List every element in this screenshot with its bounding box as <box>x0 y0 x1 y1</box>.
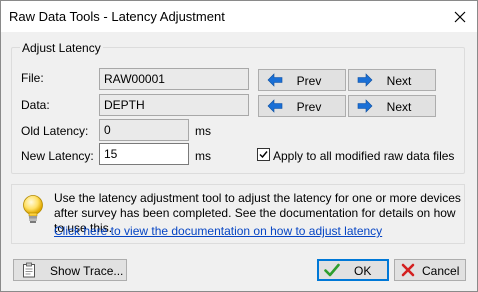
ok-label: OK <box>354 264 372 278</box>
old-latency-field: 0 <box>99 119 189 141</box>
file-next-button[interactable]: Next <box>348 69 436 91</box>
x-icon <box>401 263 415 277</box>
checkmark-icon <box>324 263 340 277</box>
adjust-latency-heading: Adjust Latency <box>20 41 103 55</box>
checkmark-icon <box>259 151 268 159</box>
file-next-label: Next <box>386 74 412 88</box>
documentation-link[interactable]: Click here to view the documentation on … <box>54 224 382 238</box>
show-trace-button[interactable]: Show Trace... <box>13 259 127 281</box>
latency-adjustment-dialog: Raw Data Tools - Latency Adjustment Adju… <box>0 0 478 292</box>
ok-button[interactable]: OK <box>317 259 389 281</box>
old-latency-unit: ms <box>195 124 211 138</box>
new-latency-label: New Latency: <box>21 149 94 163</box>
title-bar: Raw Data Tools - Latency Adjustment <box>1 1 477 32</box>
data-next-button[interactable]: Next <box>348 95 436 117</box>
data-label: Data: <box>21 98 50 112</box>
old-latency-label: Old Latency: <box>21 124 89 138</box>
data-field: DEPTH <box>99 94 249 116</box>
close-button[interactable] <box>443 1 477 32</box>
file-label: File: <box>21 71 44 85</box>
clipboard-icon <box>23 262 35 278</box>
file-field: RAW00001 <box>99 68 249 90</box>
new-latency-unit: ms <box>195 149 211 163</box>
file-prev-label: Prev <box>296 74 322 88</box>
cancel-button[interactable]: Cancel <box>394 259 466 281</box>
file-prev-button[interactable]: Prev <box>258 69 346 91</box>
data-next-label: Next <box>386 100 412 114</box>
close-icon <box>454 11 466 22</box>
apply-all-checkbox[interactable] <box>257 148 270 161</box>
window-title: Raw Data Tools - Latency Adjustment <box>9 9 225 24</box>
apply-all-label[interactable]: Apply to all modified raw data files <box>273 149 454 163</box>
data-prev-label: Prev <box>296 100 322 114</box>
new-latency-input[interactable]: 15 <box>99 143 189 165</box>
cancel-label: Cancel <box>422 264 460 278</box>
lightbulb-icon <box>23 195 43 223</box>
show-trace-label: Show Trace... <box>50 264 124 278</box>
data-prev-button[interactable]: Prev <box>258 95 346 117</box>
